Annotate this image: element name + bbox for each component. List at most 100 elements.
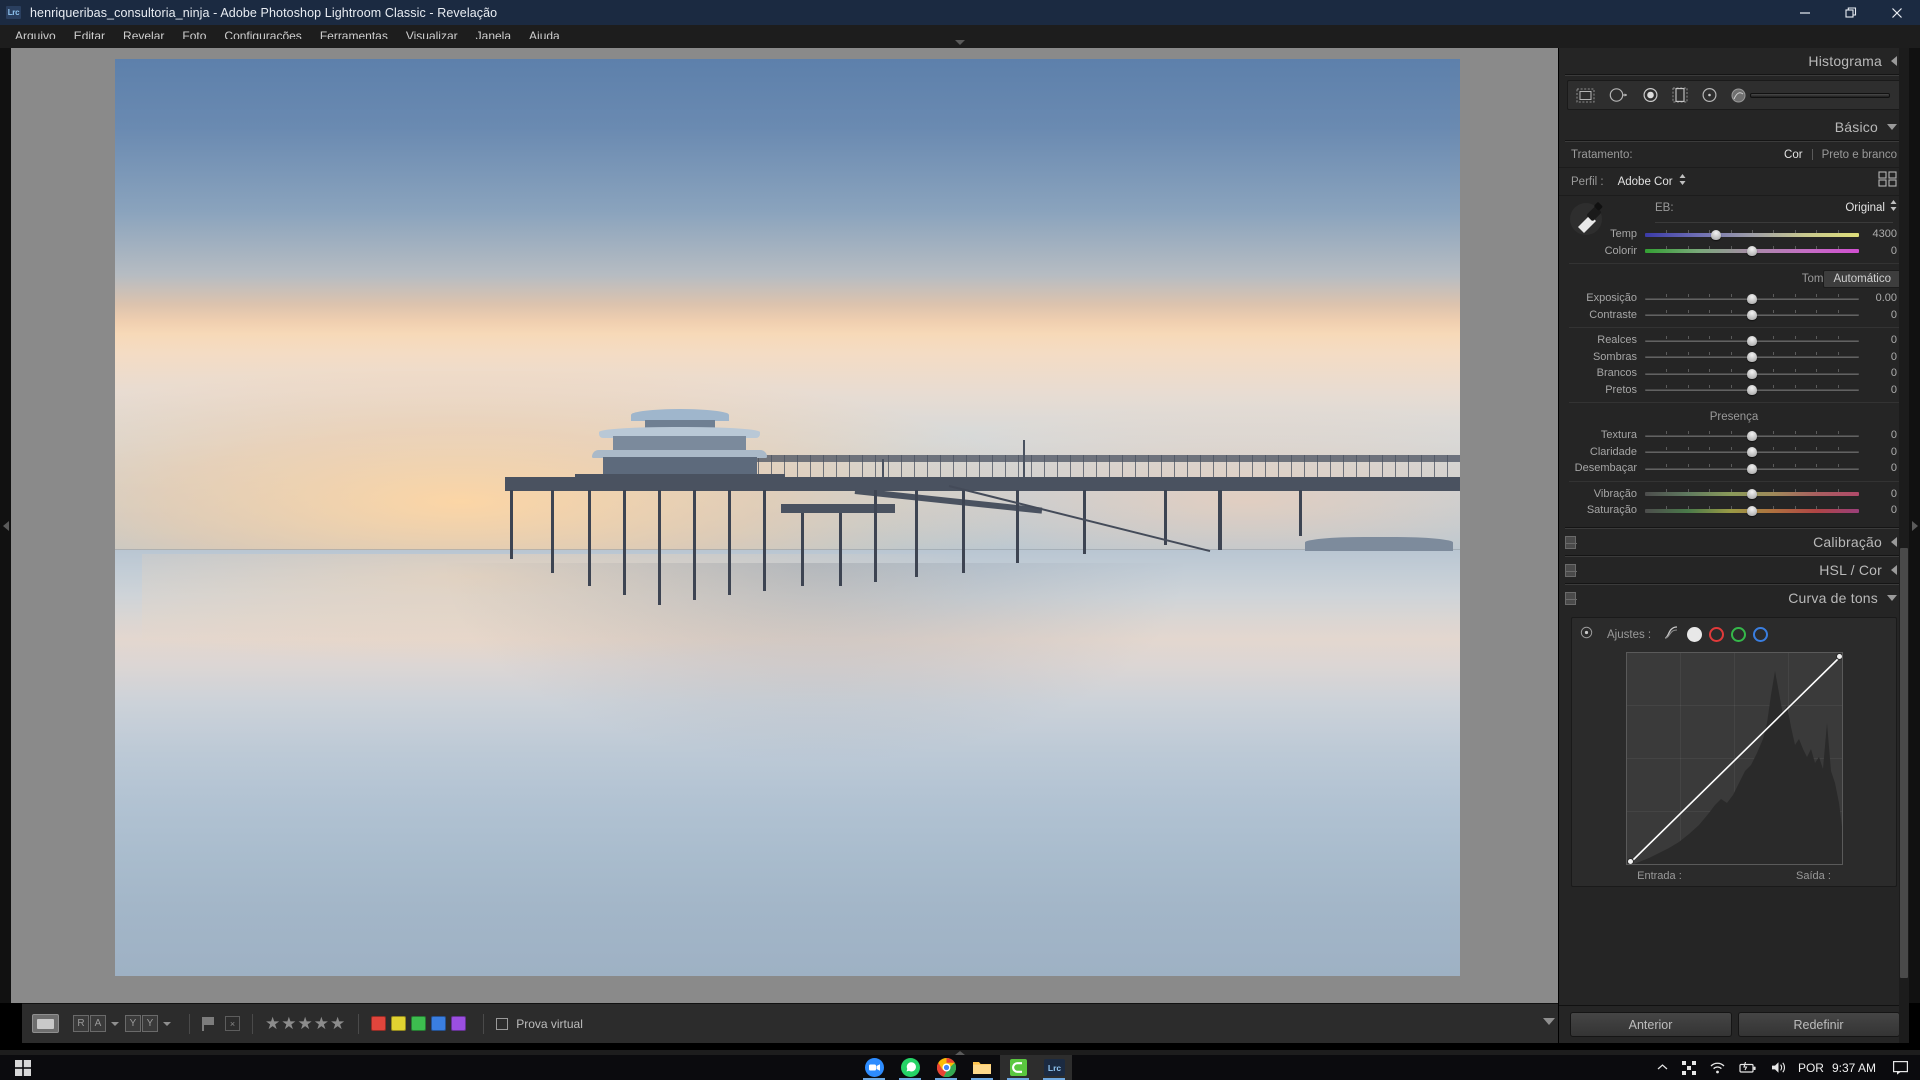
taskbar-clock[interactable]: 9:37 AM <box>1832 1061 1876 1075</box>
slider-track-dehaze[interactable] <box>1645 463 1859 474</box>
slider-track-blacks[interactable] <box>1645 384 1859 396</box>
blue-channel-icon[interactable] <box>1753 627 1769 642</box>
flag-icon[interactable] <box>202 1016 215 1031</box>
red-channel-icon[interactable] <box>1709 627 1725 642</box>
slider-value-dehaze[interactable]: 0 <box>1859 462 1901 474</box>
color-label-red[interactable] <box>371 1016 387 1031</box>
spot-removal-icon[interactable] <box>1608 87 1629 103</box>
color-label-yellow[interactable] <box>391 1016 407 1031</box>
right-panel-scrollbar[interactable] <box>1899 48 1909 1043</box>
tone-curve-graph[interactable] <box>1625 651 1843 865</box>
slider-value-exposure[interactable]: 0.00 <box>1859 292 1901 304</box>
tone-curve-point-white[interactable] <box>1835 652 1842 660</box>
slider-value-vibrance[interactable]: 0 <box>1859 488 1901 500</box>
reset-button[interactable]: Redefinir <box>1737 1012 1900 1037</box>
wb-value[interactable]: Original <box>1845 202 1885 214</box>
masking-brush-icon[interactable] <box>1731 88 1892 103</box>
show-hidden-icons-chevron[interactable] <box>1657 1063 1668 1072</box>
lightroom-app-icon[interactable]: Lrc <box>1036 1055 1072 1080</box>
color-label-blue[interactable] <box>431 1016 447 1031</box>
copy-settings-group[interactable]: Y Y <box>125 1015 177 1032</box>
panel-switch-icon[interactable] <box>1565 591 1577 605</box>
slider-value-contrast[interactable]: 0 <box>1859 309 1901 321</box>
slider-contrast[interactable]: Contraste 0 <box>1559 307 1909 324</box>
tone-curve-panel-header[interactable]: Curva de tons <box>1559 585 1909 611</box>
slider-value-shadows[interactable]: 0 <box>1859 351 1901 363</box>
slider-value-whites[interactable]: 0 <box>1859 367 1901 379</box>
soft-proof-checkbox[interactable] <box>496 1017 509 1030</box>
chevron-left-icon[interactable] <box>1891 564 1897 575</box>
slider-highlights[interactable]: Realces 0 <box>1559 332 1909 349</box>
slider-track-highlights[interactable] <box>1645 335 1859 346</box>
loupe-view-icon[interactable] <box>32 1014 59 1033</box>
color-label-green[interactable] <box>411 1016 427 1031</box>
toolbar-collapse-icon[interactable] <box>1543 1018 1555 1025</box>
chevron-down-icon[interactable] <box>111 1021 119 1026</box>
slider-value-clarity[interactable]: 0 <box>1859 446 1901 458</box>
soft-proof-group[interactable]: Prova virtual <box>496 1017 583 1031</box>
whatsapp-app-icon[interactable] <box>892 1055 928 1080</box>
zoom-app-icon[interactable] <box>856 1055 892 1080</box>
wifi-icon[interactable] <box>1710 1061 1725 1074</box>
slider-track-clarity[interactable] <box>1645 446 1859 458</box>
calibration-panel-header[interactable]: Calibração <box>1559 529 1909 555</box>
photo-canvas[interactable] <box>115 59 1460 976</box>
rgb-channel-icon[interactable] <box>1687 627 1703 642</box>
language-indicator[interactable]: POR <box>1798 1061 1824 1075</box>
close-button[interactable] <box>1874 0 1920 25</box>
slider-tint[interactable]: Colorir 0 <box>1559 243 1909 260</box>
panel-switch-icon[interactable] <box>1565 535 1577 549</box>
slider-vibrance[interactable]: Vibração 0 <box>1559 486 1909 503</box>
right-panel-toggle[interactable] <box>1909 48 1920 1003</box>
slider-value-texture[interactable]: 0 <box>1859 429 1901 441</box>
previous-button[interactable]: Anterior <box>1569 1012 1732 1037</box>
profile-stepper-icon[interactable] <box>1679 173 1686 191</box>
maximize-restore-button[interactable] <box>1828 0 1874 25</box>
chevron-left-icon[interactable] <box>1891 56 1897 66</box>
star-rating[interactable]: ★★★★★ <box>265 1014 346 1034</box>
scrollbar-thumb[interactable] <box>1900 548 1908 978</box>
red-eye-icon[interactable] <box>1642 87 1659 103</box>
parametric-curve-icon[interactable] <box>1663 625 1679 645</box>
targeted-adjustment-icon[interactable] <box>1580 626 1593 644</box>
slider-exposure[interactable]: Exposição 0.00 <box>1559 290 1909 307</box>
minimize-button[interactable] <box>1782 0 1828 25</box>
file-explorer-icon[interactable] <box>964 1055 1000 1080</box>
hsl-color-panel-header[interactable]: HSL / Cor <box>1559 557 1909 583</box>
slider-temp[interactable]: Temp 4300 <box>1559 226 1909 243</box>
slider-whites[interactable]: Brancos 0 <box>1559 365 1909 382</box>
slider-track-exposure[interactable] <box>1645 293 1859 304</box>
chevron-left-icon[interactable] <box>1891 536 1897 547</box>
slider-track-shadows[interactable] <box>1645 351 1859 363</box>
histogram-panel-header[interactable]: Histograma <box>1559 48 1909 74</box>
color-label-purple[interactable] <box>451 1016 467 1031</box>
radial-filter-icon[interactable] <box>1701 87 1718 103</box>
notification-icon[interactable] <box>1893 1060 1908 1075</box>
profile-browser-icon[interactable] <box>1878 171 1897 192</box>
slider-blacks[interactable]: Pretos 0 <box>1559 382 1909 399</box>
slider-value-saturation[interactable]: 0 <box>1859 504 1901 516</box>
slider-clarity[interactable]: Claridade 0 <box>1559 444 1909 461</box>
slider-value-tint[interactable]: 0 <box>1859 245 1901 257</box>
windows-start-icon[interactable] <box>0 1055 46 1080</box>
slider-saturation[interactable]: Saturação 0 <box>1559 502 1909 519</box>
before-after-group[interactable]: R A <box>73 1015 125 1032</box>
camtasia-app-icon[interactable] <box>1000 1055 1036 1080</box>
profile-value[interactable]: Adobe Cor <box>1618 176 1673 188</box>
auto-tone-button[interactable]: Automático <box>1823 270 1901 288</box>
reject-flag-icon[interactable]: × <box>225 1016 240 1031</box>
brush-size-slider[interactable] <box>1750 92 1890 98</box>
green-channel-icon[interactable] <box>1731 627 1747 642</box>
slider-value-temp[interactable]: 4300 <box>1859 228 1901 240</box>
left-panel-toggle[interactable] <box>0 48 11 1003</box>
chevron-down-icon[interactable] <box>1887 594 1897 601</box>
chevron-down-icon[interactable] <box>163 1021 171 1026</box>
top-panel-handle[interactable] <box>0 39 1920 48</box>
panel-switch-icon[interactable] <box>1565 563 1577 577</box>
slider-track-saturation[interactable] <box>1645 505 1859 516</box>
chrome-app-icon[interactable] <box>928 1055 964 1080</box>
slider-dehaze[interactable]: Desembaçar 0 <box>1559 460 1909 477</box>
slider-track-whites[interactable] <box>1645 368 1859 379</box>
battery-icon[interactable] <box>1739 1061 1757 1074</box>
crop-overlay-icon[interactable] <box>1576 88 1595 103</box>
